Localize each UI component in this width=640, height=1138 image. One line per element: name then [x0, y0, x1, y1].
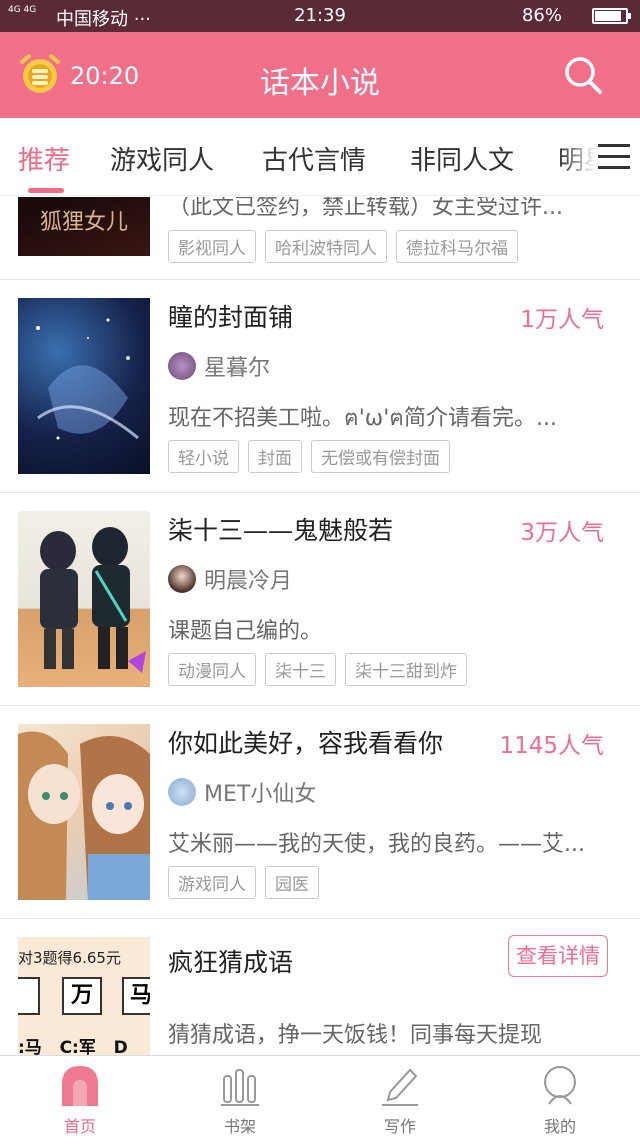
avatar — [168, 352, 196, 380]
cover-title: 狐狸女儿 — [39, 210, 128, 235]
nav-label: 写作 — [383, 1117, 416, 1136]
ad-cover-line: 对3题得6.65元 — [18, 949, 121, 967]
author[interactable]: 星暮尔 — [168, 350, 270, 382]
tag[interactable]: 无偿或有偿封面 — [311, 440, 450, 473]
book-description: 课题自己编的。 — [168, 619, 323, 644]
ad-char-box: 万 — [62, 977, 102, 1015]
ad-image: 对3题得6.65元 万 马 :马 C:军 D — [18, 937, 150, 1055]
battery-percent: 86% — [521, 5, 562, 26]
tag[interactable]: 德拉科马尔福 — [396, 230, 518, 263]
tag[interactable]: 动漫同人 — [168, 653, 256, 686]
tab-recommend[interactable]: 推荐 — [18, 140, 70, 177]
tag[interactable]: 柒十三甜到炸 — [345, 653, 467, 686]
book-cover — [18, 724, 150, 900]
book-description: （此文已签约，禁止转载）女主受过许... — [168, 197, 563, 220]
home-icon — [62, 1066, 98, 1106]
book-description: 艾米丽——我的天使，我的良药。——艾... — [168, 832, 585, 857]
tag-list: 动漫同人 柒十三 柒十三甜到炸 — [168, 653, 467, 686]
tag-list: 轻小说 封面 无偿或有偿封面 — [168, 440, 450, 473]
list-item[interactable]: 狐狸女儿 （此文已签约，禁止转载）女主受过许... 影视同人 哈利波特同人 德拉… — [0, 197, 640, 280]
nav-label: 书架 — [223, 1117, 256, 1136]
author[interactable]: 明晨冷月 — [168, 563, 292, 595]
profile-icon — [544, 1066, 576, 1105]
ad-option: C:军 — [59, 1038, 96, 1055]
book-title[interactable]: 你如此美好，容我看看你 — [168, 724, 443, 760]
nav-bookshelf[interactable]: 书架 — [160, 1056, 320, 1138]
tag[interactable]: 柒十三 — [265, 653, 336, 686]
book-title[interactable]: 柒十三——鬼魅般若 — [168, 511, 393, 547]
battery-icon — [592, 8, 631, 24]
app-header: 20:20 话本小说 — [0, 32, 640, 118]
tag[interactable]: 哈利波特同人 — [265, 230, 387, 263]
menu-icon[interactable] — [598, 144, 630, 170]
nav-home[interactable]: 首页 — [0, 1056, 160, 1138]
book-title[interactable]: 瞳的封面铺 — [168, 298, 293, 334]
active-tab-indicator — [28, 188, 64, 193]
list-item[interactable]: 柒十三——鬼魅般若 3万人气 明晨冷月 课题自己编的。 动漫同人 柒十三 柒十三… — [0, 493, 640, 706]
pen-icon — [382, 1068, 418, 1106]
book-cover — [18, 298, 150, 474]
list-item[interactable]: 你如此美好，容我看看你 1145人气 MET小仙女 艾米丽——我的天使，我的良药… — [0, 706, 640, 919]
book-list: 狐狸女儿 （此文已签约，禁止转载）女主受过许... 影视同人 哈利波特同人 德拉… — [0, 197, 640, 1055]
list-item[interactable]: 瞳的封面铺 1万人气 星暮尔 现在不招美工啦。ฅ'ω'ฅ简介请看完。... 轻小… — [0, 280, 640, 493]
app-title: 话本小说 — [260, 66, 380, 101]
tag[interactable]: 园医 — [265, 866, 319, 899]
nav-profile[interactable]: 我的 — [480, 1056, 640, 1138]
popularity-count: 1万人气 — [520, 307, 604, 333]
ad-title[interactable]: 疯狂猜成语 — [168, 943, 293, 979]
ad-char-box — [18, 977, 40, 1015]
tag[interactable]: 游戏同人 — [168, 866, 256, 899]
tag[interactable]: 封面 — [248, 440, 302, 473]
popularity-count: 3万人气 — [520, 520, 604, 546]
ad-char-box: 马 — [122, 977, 150, 1015]
book-description: 现在不招美工啦。ฅ'ω'ฅ简介请看完。... — [168, 406, 557, 431]
cover-artwork — [18, 731, 150, 900]
tab-original[interactable]: 非同人文 — [410, 140, 514, 177]
ad-item[interactable]: 对3题得6.65元 万 马 :马 C:军 D 疯狂猜成语 查看详情 猜猜成语，挣… — [0, 919, 640, 1055]
author-name: MET小仙女 — [204, 782, 317, 807]
ad-description: 猜猜成语，挣一天饭钱！同事每天提现 — [168, 1023, 543, 1048]
nav-label: 首页 — [63, 1117, 96, 1136]
author[interactable]: MET小仙女 — [168, 776, 316, 808]
tag[interactable]: 影视同人 — [168, 230, 256, 263]
author-name: 明晨冷月 — [204, 569, 293, 594]
book-cover: 狐狸女儿 — [18, 197, 150, 256]
app-screen: 4G 4G 中国移动 ··· 21:39 86% 20:20 话本小说 推荐 游… — [0, 0, 640, 1138]
tab-game-fanfic[interactable]: 游戏同人 — [110, 140, 214, 177]
search-icon[interactable] — [562, 54, 604, 96]
ad-option: D — [113, 1038, 128, 1055]
author-name: 星暮尔 — [204, 356, 271, 381]
avatar — [168, 778, 196, 806]
cover-artwork — [36, 318, 139, 440]
tag-list: 游戏同人 园医 — [168, 866, 319, 899]
bottom-navigation: 首页 书架 写作 我的 — [0, 1055, 640, 1138]
book-cover — [18, 511, 150, 687]
cover-artwork — [40, 527, 146, 673]
tab-ancient-romance[interactable]: 古代言情 — [262, 140, 366, 177]
view-details-button[interactable]: 查看详情 — [508, 935, 608, 977]
tag[interactable]: 轻小说 — [168, 440, 239, 473]
nav-label: 我的 — [543, 1117, 576, 1136]
bookshelf-icon — [221, 1069, 259, 1106]
category-tabs: 推荐 游戏同人 古代言情 非同人文 明星 — [0, 118, 640, 196]
nav-write[interactable]: 写作 — [320, 1056, 480, 1138]
popularity-count: 1145人气 — [499, 733, 604, 759]
avatar — [168, 565, 196, 593]
tag-list: 影视同人 哈利波特同人 德拉科马尔福 — [168, 230, 518, 263]
status-bar: 4G 4G 中国移动 ··· 21:39 86% — [0, 0, 640, 32]
ad-option: :马 — [18, 1038, 42, 1055]
